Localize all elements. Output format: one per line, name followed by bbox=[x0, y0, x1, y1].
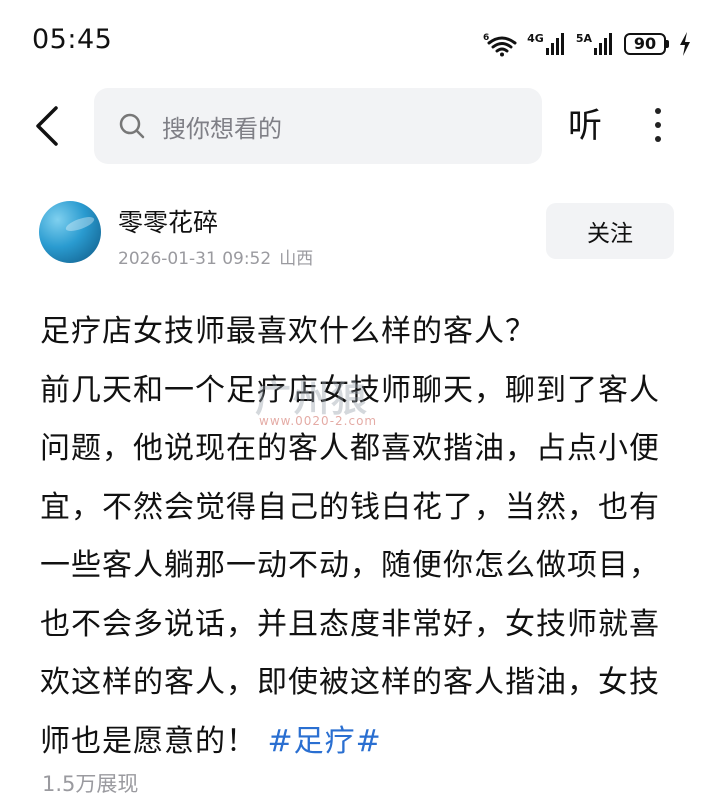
signal-icon bbox=[545, 33, 564, 55]
battery-level: 90 bbox=[624, 33, 666, 55]
status-icons: 6 4G 5A 90 bbox=[483, 27, 691, 61]
more-button[interactable] bbox=[648, 104, 668, 148]
search-bar[interactable]: 搜你想看的 bbox=[94, 88, 542, 164]
signal-5a-label: 5A bbox=[575, 32, 592, 45]
charging-icon bbox=[680, 32, 690, 56]
post-datetime: 2026-01-31 09:52 bbox=[118, 249, 272, 269]
status-bar: 05:45 6 4G 5A 90 bbox=[0, 0, 713, 88]
post-title: 足疗店女技师最喜欢什么样的客人？ bbox=[40, 314, 536, 349]
post-content: 足疗店女技师最喜欢什么样的客人？ 前几天和一个足疗店女技师聊天，聊到了客人问题，… bbox=[40, 303, 680, 771]
status-time: 05:45 bbox=[32, 24, 113, 55]
signal-4g-label: 4G bbox=[527, 32, 544, 45]
signal-5a: 5A bbox=[576, 33, 614, 55]
listen-button[interactable]: 听 bbox=[568, 104, 602, 148]
author-avatar[interactable] bbox=[39, 201, 101, 263]
battery-tip bbox=[666, 40, 669, 48]
wifi-6-icon: 6 bbox=[483, 33, 517, 57]
post-location: 山西 bbox=[279, 249, 314, 269]
signal-icon bbox=[594, 33, 612, 55]
author-meta: 2026-01-31 09:52 山西 bbox=[118, 244, 313, 269]
view-count: 1.5万展现 bbox=[42, 772, 139, 796]
back-arrow-icon bbox=[36, 106, 58, 146]
signal-4g: 4G bbox=[527, 33, 566, 55]
post-body: 前几天和一个足疗店女技师聊天，聊到了客人问题，他说现在的客人都喜欢揩油，占点小便… bbox=[40, 373, 660, 759]
hashtag-link[interactable]: #足疗# bbox=[268, 724, 382, 759]
post-body-text: 前几天和一个足疗店女技师聊天，聊到了客人问题，他说现在的客人都喜欢揩油，占点小便… bbox=[40, 372, 660, 759]
search-icon bbox=[119, 113, 145, 139]
svg-text:6: 6 bbox=[483, 33, 489, 43]
search-placeholder: 搜你想看的 bbox=[162, 114, 282, 143]
follow-button[interactable]: 关注 bbox=[546, 203, 674, 259]
battery-icon: 90 bbox=[624, 33, 669, 55]
author-name[interactable]: 零零花碎 bbox=[118, 203, 218, 239]
more-vertical-icon bbox=[648, 108, 668, 142]
back-button[interactable] bbox=[28, 104, 68, 148]
